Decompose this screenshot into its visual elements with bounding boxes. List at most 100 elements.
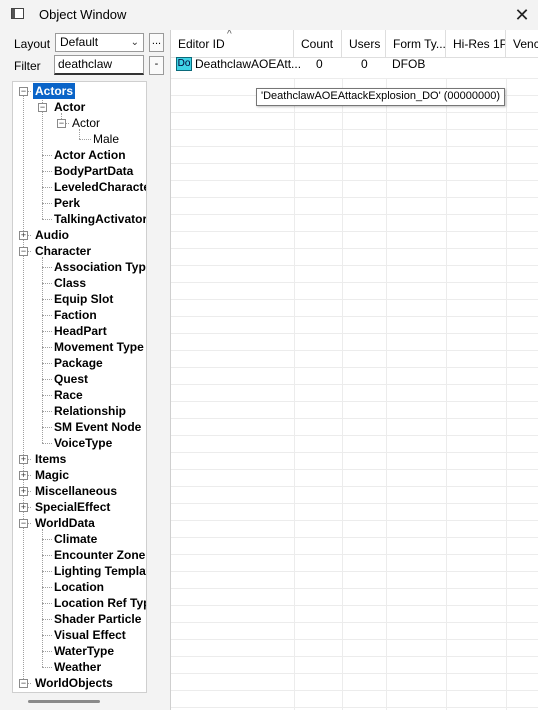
row-divider (171, 418, 538, 419)
collapse-icon[interactable]: − (19, 247, 28, 256)
row-divider (171, 265, 538, 266)
collapse-icon[interactable]: − (19, 519, 28, 528)
tree-item-label: Audio (35, 228, 69, 242)
row-divider (171, 112, 538, 113)
tree-connector (42, 529, 43, 667)
row-divider (171, 537, 538, 538)
row-divider (171, 316, 538, 317)
title-bar: Object Window ✕ (0, 0, 538, 30)
tree-connector (42, 539, 52, 540)
collapse-icon[interactable]: − (38, 103, 47, 112)
row-divider (171, 299, 538, 300)
collapse-icon[interactable]: − (19, 87, 28, 96)
tree-connector (42, 315, 52, 316)
row-divider (171, 605, 538, 606)
tree-item-label: LeveledCharacter (54, 180, 147, 194)
tree-item-label: Encounter Zone (54, 548, 146, 562)
tree-item-label: Association Type (54, 260, 147, 274)
tree-item-label: Actor (54, 100, 86, 114)
tree-item-label: SpecialEffect (35, 500, 111, 514)
expand-icon[interactable]: + (19, 455, 28, 464)
tree-item-label: HeadPart (54, 324, 107, 338)
row-divider (171, 282, 538, 283)
tree-item-label: WorldData (35, 516, 95, 530)
tree-item-label: Actor (72, 116, 101, 130)
row-divider (171, 248, 538, 249)
tree-connector (42, 587, 52, 588)
column-header-editor-id[interactable]: Editor ID ^ (171, 30, 294, 58)
chevron-down-icon: ⌄ (130, 37, 139, 48)
row-divider (171, 214, 538, 215)
row-divider (171, 486, 538, 487)
row-divider (171, 333, 538, 334)
tree-connector (42, 379, 52, 380)
cell-editor-id: DeathclawAOEAtt... (195, 57, 302, 71)
row-divider (171, 129, 538, 130)
row-divider (171, 622, 538, 623)
cell-users: 0 (361, 57, 368, 71)
tree-connector (42, 603, 52, 604)
tree-item-label: WaterType (54, 644, 115, 658)
row-divider (171, 78, 538, 79)
column-header-count[interactable]: Count (294, 30, 342, 58)
tree-item-label: Perk (54, 196, 81, 210)
tree-connector (42, 411, 52, 412)
column-divider (294, 78, 295, 710)
column-header-hires[interactable]: Hi-Res 1P (446, 30, 506, 58)
collapse-icon[interactable]: − (57, 119, 66, 128)
tooltip: 'DeathclawAOEAttackExplosion_DO' (000000… (256, 88, 505, 106)
tree-connector (42, 651, 52, 652)
tree-connector (42, 257, 43, 443)
column-header-form-type[interactable]: Form Ty... (386, 30, 446, 58)
tree-item-label: Visual Effect (54, 628, 126, 642)
row-divider (171, 146, 538, 147)
tree-connector (42, 331, 52, 332)
expand-icon[interactable]: + (19, 231, 28, 240)
row-divider (171, 469, 538, 470)
window-icon (11, 8, 24, 19)
tree-connector (42, 427, 52, 428)
tree-item-label: SM Event Node (54, 420, 142, 434)
tree-connector (42, 267, 52, 268)
tree-connector (42, 395, 52, 396)
collapse-icon[interactable]: − (19, 679, 28, 688)
tree-connector (42, 667, 52, 668)
row-divider (171, 588, 538, 589)
layout-more-button[interactable]: ... (149, 33, 164, 52)
tree-item-label: Lighting Template (54, 564, 147, 578)
row-divider (171, 707, 538, 708)
tree-connector (42, 363, 52, 364)
close-button[interactable]: ✕ (508, 2, 536, 28)
column-header-users[interactable]: Users (342, 30, 386, 58)
tree-horizontal-scrollbar[interactable] (28, 700, 100, 703)
filter-input[interactable]: deathclaw (54, 55, 144, 75)
tree-item-label: Relationship (54, 404, 127, 418)
tree-connector (42, 635, 52, 636)
category-tree[interactable]: − Actors − Actor − Actor Male Actor Action BodyP… (12, 81, 147, 693)
tree-connector (42, 571, 52, 572)
layout-select[interactable]: Default ⌄ (55, 33, 144, 52)
row-divider (171, 350, 538, 351)
expand-icon[interactable]: + (19, 471, 28, 480)
filter-clear-button[interactable]: - (149, 56, 164, 75)
expand-icon[interactable]: + (19, 503, 28, 512)
row-divider (171, 163, 538, 164)
tree-item-label: Character (35, 244, 92, 258)
tree-connector (42, 347, 52, 348)
tree-connector (42, 555, 52, 556)
tree-item-label: Class (54, 276, 87, 290)
tree-connector (42, 299, 52, 300)
row-divider (171, 367, 538, 368)
tree-connector (42, 187, 52, 188)
column-header-vendor[interactable]: Venc (506, 30, 538, 58)
tree-connector (42, 283, 52, 284)
row-divider (171, 197, 538, 198)
expand-icon[interactable]: + (19, 487, 28, 496)
tree-item-label: Race (54, 388, 83, 402)
tree-item-label: Items (35, 452, 67, 466)
row-divider (171, 639, 538, 640)
row-divider (171, 231, 538, 232)
dfob-icon: Do (176, 57, 192, 71)
tree-item-label: TalkingActivator (54, 212, 147, 226)
row-divider (171, 656, 538, 657)
